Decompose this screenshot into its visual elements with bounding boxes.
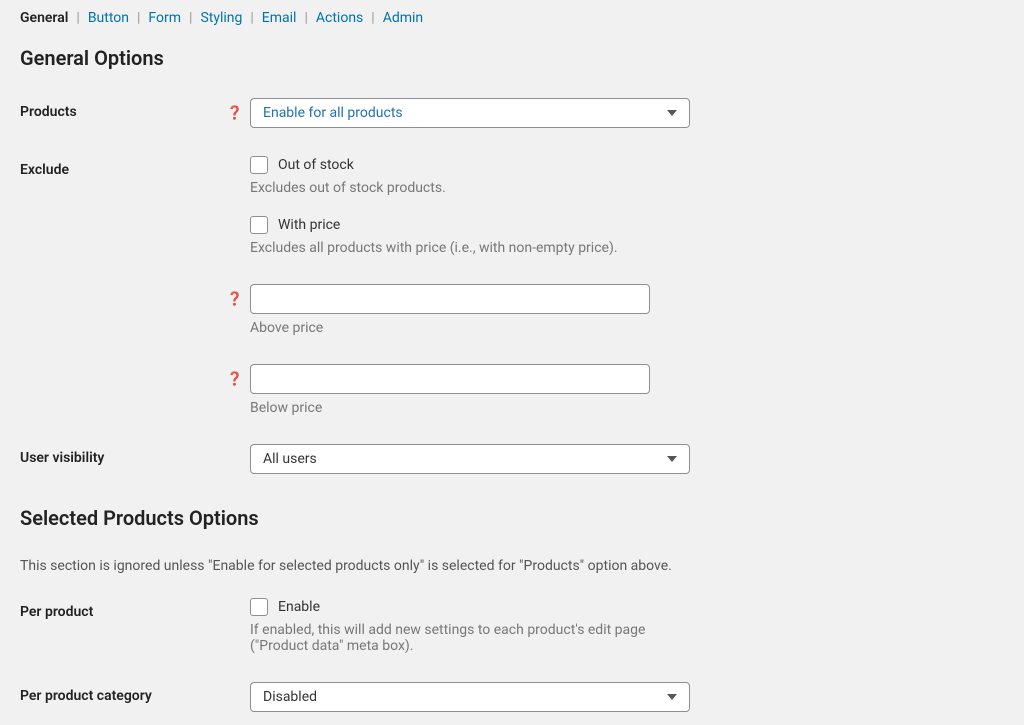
checkbox-out-of-stock-label: Out of stock xyxy=(278,157,354,173)
select-products[interactable]: Enable for all products xyxy=(250,98,690,128)
select-user-visibility-value: All users xyxy=(263,451,317,467)
tab-email[interactable]: Email xyxy=(262,10,297,26)
tab-styling[interactable]: Styling xyxy=(200,10,242,26)
tab-general[interactable]: General xyxy=(20,10,68,26)
tab-button[interactable]: Button xyxy=(88,10,129,26)
help-icon[interactable]: ❓ xyxy=(220,364,250,387)
checkbox-with-price-label: With price xyxy=(278,217,340,233)
desc-below-price: Below price xyxy=(250,400,690,416)
help-icon[interactable]: ❓ xyxy=(220,284,250,307)
label-exclude: Exclude xyxy=(20,156,220,178)
desc-with-price: Excludes all products with price (i.e., … xyxy=(250,240,690,256)
desc-out-of-stock: Excludes out of stock products. xyxy=(250,180,690,196)
label-products: Products xyxy=(20,98,220,120)
section-note-selected: This section is ignored unless "Enable f… xyxy=(20,558,1004,574)
help-icon[interactable]: ❓ xyxy=(220,98,250,121)
checkbox-with-price[interactable] xyxy=(250,216,268,234)
checkbox-out-of-stock[interactable] xyxy=(250,156,268,174)
chevron-down-icon xyxy=(667,456,677,462)
section-title-general: General Options xyxy=(20,46,1004,70)
select-per-category[interactable]: Disabled xyxy=(250,682,690,712)
label-per-category: Per product category xyxy=(20,682,220,704)
label-user-visibility: User visibility xyxy=(20,444,220,466)
input-below-price[interactable] xyxy=(250,364,650,394)
select-products-value: Enable for all products xyxy=(263,105,403,121)
chevron-down-icon xyxy=(667,110,677,116)
desc-above-price: Above price xyxy=(250,320,690,336)
tab-form[interactable]: Form xyxy=(148,10,181,26)
tab-admin[interactable]: Admin xyxy=(383,10,423,26)
label-per-product: Per product xyxy=(20,598,220,620)
checkbox-per-product-enable[interactable] xyxy=(250,598,268,616)
section-title-selected: Selected Products Options xyxy=(20,506,1004,530)
settings-tabs: General | Button | Form | Styling | Emai… xyxy=(20,10,1004,26)
checkbox-per-product-label: Enable xyxy=(278,599,320,615)
tab-actions[interactable]: Actions xyxy=(316,10,363,26)
select-per-category-value: Disabled xyxy=(263,689,317,705)
chevron-down-icon xyxy=(667,694,677,700)
input-above-price[interactable] xyxy=(250,284,650,314)
select-user-visibility[interactable]: All users xyxy=(250,444,690,474)
desc-per-product: If enabled, this will add new settings t… xyxy=(250,622,690,654)
